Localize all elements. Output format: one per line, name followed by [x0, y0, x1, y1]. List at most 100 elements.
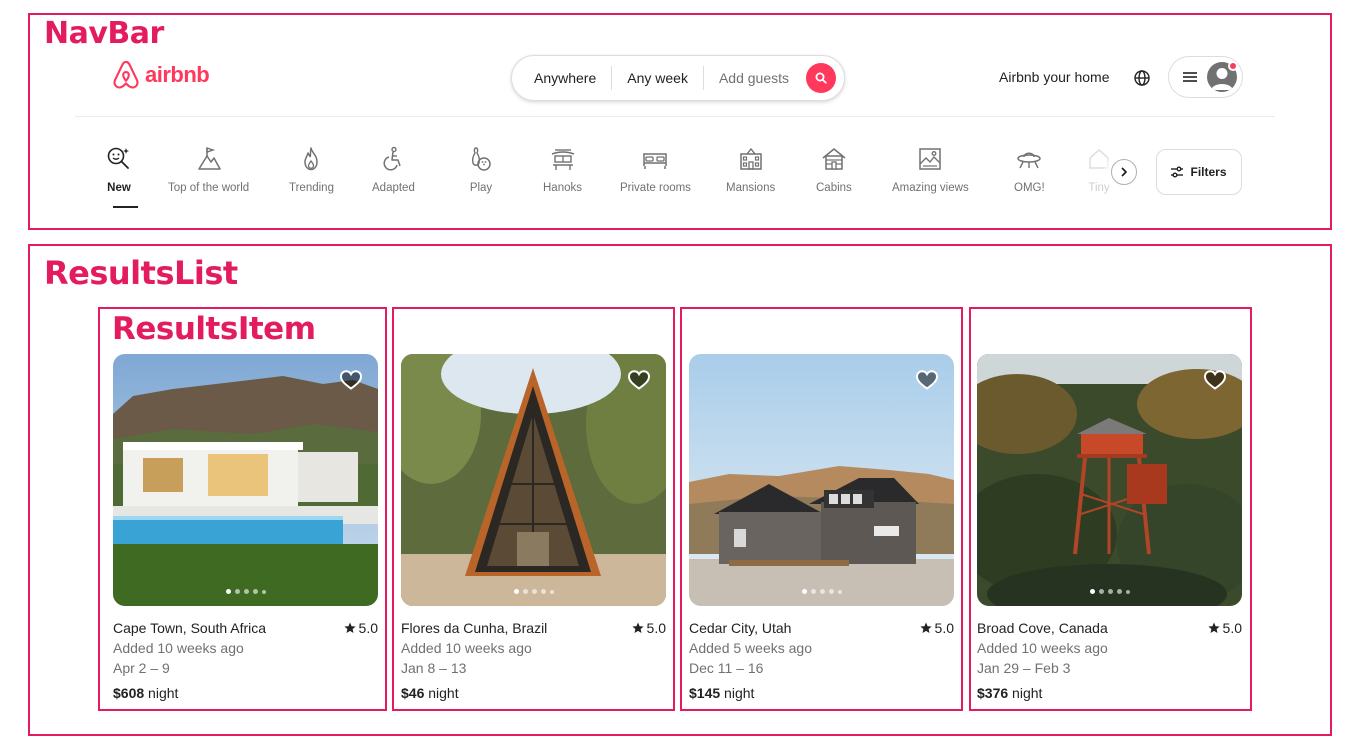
category-top-of-the-world[interactable]: Top of the world: [168, 146, 249, 194]
listing-price: $608 night: [113, 683, 378, 703]
results-list-annotation-label: ResultsList: [44, 254, 238, 292]
airbnb-logo-icon: [113, 60, 139, 89]
carousel-dot[interactable]: [1098, 589, 1104, 594]
heart-icon[interactable]: [340, 370, 362, 390]
category-new[interactable]: New: [106, 146, 132, 194]
category-label: Cabins: [816, 182, 852, 194]
carousel-dot[interactable]: [261, 589, 266, 594]
brand-name: airbnb: [145, 62, 210, 87]
carousel-dot[interactable]: [810, 589, 816, 594]
carousel-dot[interactable]: [828, 589, 834, 594]
listing-added: Added 10 weeks ago: [113, 640, 244, 656]
listing-added: Added 5 weeks ago: [689, 640, 812, 656]
globe-icon[interactable]: [1133, 69, 1151, 87]
category-label: Adapted: [372, 182, 415, 194]
listing-location: Broad Cove, Canada: [977, 620, 1108, 636]
search-when[interactable]: Any week: [612, 70, 703, 86]
view-icon: [919, 148, 942, 170]
listing-card[interactable]: Cape Town, South Africa 5.0 Added 10 wee…: [113, 354, 378, 703]
filters-button[interactable]: Filters: [1156, 149, 1242, 195]
category-label: Trending: [289, 182, 334, 194]
star-icon: [343, 622, 356, 633]
search-who[interactable]: Add guests: [704, 70, 804, 86]
wheelchair-icon: [383, 146, 402, 171]
listing-rating-value: 5.0: [934, 620, 954, 636]
carousel-dot[interactable]: [837, 589, 842, 594]
notification-dot: [1228, 61, 1238, 71]
listing-rating-value: 5.0: [646, 620, 666, 636]
category-tiny[interactable]: Tiny: [1086, 146, 1112, 194]
listing-location: Cedar City, Utah: [689, 620, 792, 636]
heart-icon[interactable]: [628, 370, 650, 390]
carousel-dots: [689, 589, 954, 594]
listing-card[interactable]: Flores da Cunha, Brazil 5.0 Added 10 wee…: [401, 354, 666, 703]
carousel-dot[interactable]: [252, 589, 258, 594]
navbar-annotation-label: NavBar: [44, 16, 164, 51]
top-of-world-icon: [197, 147, 221, 170]
category-mansions[interactable]: Mansions: [726, 146, 775, 194]
carousel-dots: [977, 589, 1242, 594]
carousel-dot[interactable]: [819, 589, 825, 594]
bed-icon: [643, 153, 668, 169]
category-adapted[interactable]: Adapted: [372, 146, 415, 194]
carousel-dot[interactable]: [1089, 589, 1095, 594]
airbnb-logo[interactable]: airbnb: [112, 60, 210, 90]
category-scroll-right-button[interactable]: [1111, 159, 1137, 185]
heart-icon[interactable]: [1204, 370, 1226, 390]
category-amazing-views[interactable]: Amazing views: [892, 146, 969, 194]
carousel-dot[interactable]: [1107, 589, 1113, 594]
carousel-dot[interactable]: [549, 589, 554, 594]
listing-photo[interactable]: [113, 354, 378, 606]
carousel-dot[interactable]: [234, 589, 240, 594]
hanok-icon: [551, 149, 574, 170]
listing-price-value: $608: [113, 685, 145, 701]
listing-location: Cape Town, South Africa: [113, 620, 267, 636]
listing-photo-scene: [977, 354, 1242, 606]
category-hanoks[interactable]: Hanoks: [543, 146, 582, 194]
carousel-dot[interactable]: [225, 589, 231, 594]
listing-photo-scene: [113, 354, 378, 606]
listing-rating: 5.0: [919, 618, 954, 638]
category-play[interactable]: Play: [468, 146, 494, 194]
search-bar[interactable]: Anywhere Any week Add guests: [511, 55, 845, 101]
listing-card[interactable]: Broad Cove, Canada 5.0 Added 10 weeks ag…: [977, 354, 1242, 703]
category-trending[interactable]: Trending: [289, 146, 334, 194]
listing-photo[interactable]: [401, 354, 666, 606]
listing-rating-value: 5.0: [358, 620, 378, 636]
carousel-dot[interactable]: [513, 589, 519, 594]
cabin-icon: [822, 148, 846, 170]
listing-price-value: $46: [401, 685, 425, 701]
listing-price-unit: night: [148, 685, 179, 701]
listing-card[interactable]: Cedar City, Utah 5.0 Added 5 weeks ago D…: [689, 354, 954, 703]
carousel-dot[interactable]: [801, 589, 807, 594]
search-icon: [815, 72, 827, 84]
mansion-icon: [739, 147, 762, 170]
listing-price-value: $376: [977, 685, 1009, 701]
heart-icon[interactable]: [916, 370, 938, 390]
host-link[interactable]: Airbnb your home: [999, 69, 1110, 85]
listing-location: Flores da Cunha, Brazil: [401, 620, 548, 636]
category-label: Play: [469, 182, 493, 194]
bowling-icon: [471, 147, 491, 171]
listing-photo[interactable]: [977, 354, 1242, 606]
listing-dates: Dec 11 – 16: [689, 660, 764, 676]
carousel-dot[interactable]: [522, 589, 528, 594]
star-icon: [1207, 622, 1220, 633]
carousel-dot[interactable]: [531, 589, 537, 594]
listing-photo[interactable]: [689, 354, 954, 606]
category-omg[interactable]: OMG!: [1014, 146, 1045, 194]
hamburger-icon: [1183, 72, 1197, 82]
chevron-right-icon: [1121, 167, 1127, 177]
category-private-rooms[interactable]: Private rooms: [620, 146, 691, 194]
search-where[interactable]: Anywhere: [512, 70, 611, 86]
listing-added: Added 10 weeks ago: [401, 640, 532, 656]
category-cabins[interactable]: Cabins: [816, 146, 852, 194]
ufo-icon: [1017, 152, 1042, 169]
listing-price-unit: night: [1012, 685, 1043, 701]
carousel-dot[interactable]: [1116, 589, 1122, 594]
carousel-dot[interactable]: [540, 589, 546, 594]
search-button[interactable]: [806, 63, 836, 93]
listing-rating: 5.0: [631, 618, 666, 638]
carousel-dot[interactable]: [1125, 589, 1130, 594]
carousel-dot[interactable]: [243, 589, 249, 594]
